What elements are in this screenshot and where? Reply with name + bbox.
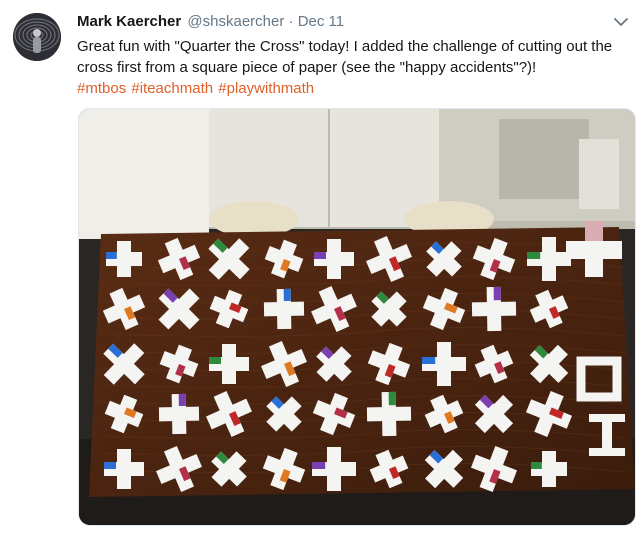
tweet-photo[interactable] (78, 108, 636, 526)
hashtag-link[interactable]: #iteachmath (131, 80, 213, 97)
separator-dot: · (288, 13, 294, 30)
chevron-down-icon[interactable] (613, 14, 629, 30)
tweet-text: Great fun with "Quarter the Cross" today… (77, 38, 613, 76)
hashtag-list: #mtbos #iteachmath #playwithmath (77, 78, 315, 99)
hashtag-link[interactable]: #playwithmath (218, 80, 314, 97)
tweet-date[interactable]: Dec 11 (298, 13, 344, 30)
author-handle[interactable]: @shskaercher (187, 13, 284, 30)
tweet-card[interactable]: Mark Kaercher @shskaercher · Dec 11 Grea… (0, 0, 644, 533)
tweet-header: Mark Kaercher @shskaercher · Dec 11 (77, 12, 344, 32)
author-name[interactable]: Mark Kaercher (77, 13, 181, 30)
author-avatar[interactable] (13, 13, 61, 61)
hashtag-link[interactable]: #mtbos (77, 80, 126, 97)
